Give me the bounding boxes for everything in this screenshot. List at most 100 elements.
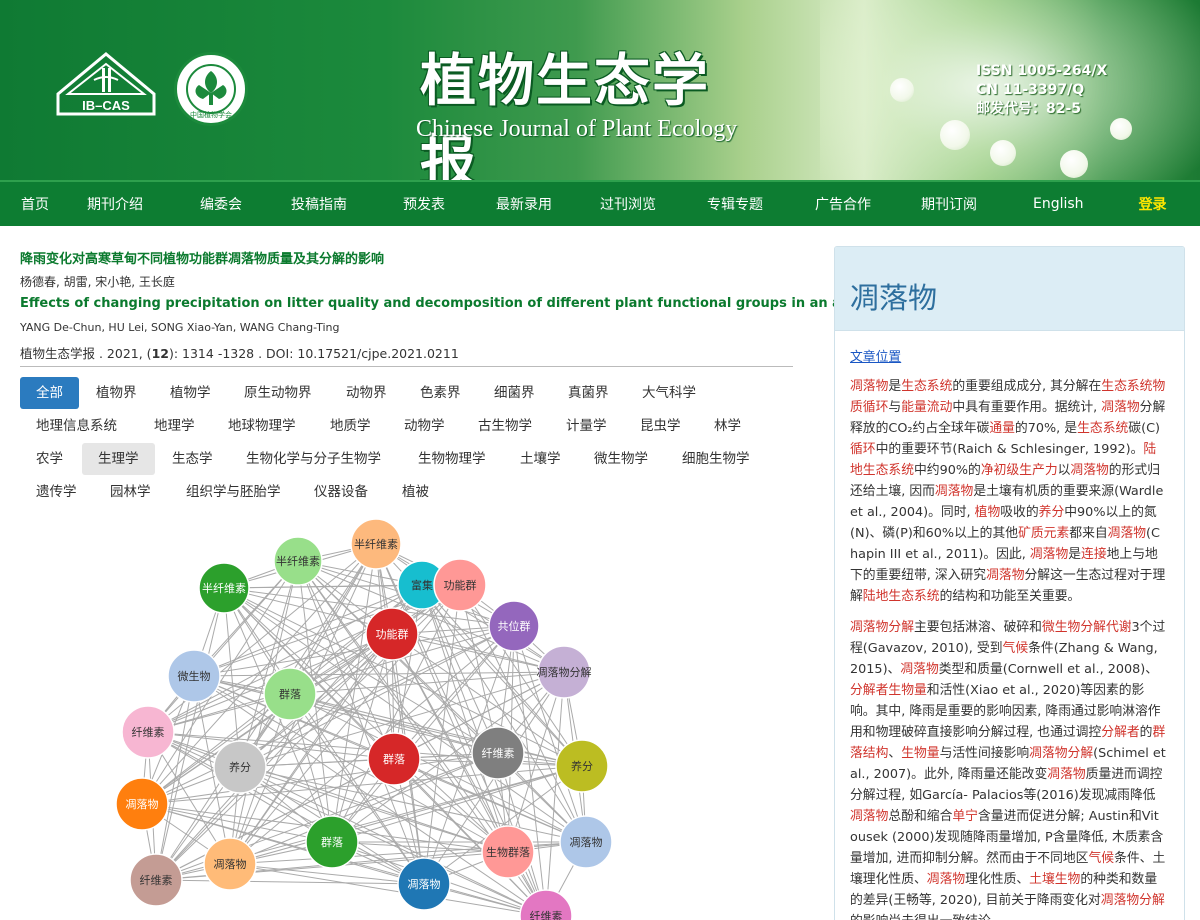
category-tag-22[interactable]: 生物物理学 (402, 443, 502, 475)
keyword-link[interactable]: 通量 (989, 421, 1015, 436)
network-node[interactable]: 半纤维素 (350, 518, 402, 570)
nav-item-1[interactable]: 期刊介绍 (87, 194, 143, 214)
category-tag-9[interactable]: 地理信息系统 (20, 410, 133, 442)
network-node[interactable]: 半纤维素 (273, 536, 323, 586)
article-title-cn[interactable]: 降雨变化对高寒草甸不同植物功能群凋落物质量及其分解的影响 (20, 248, 384, 267)
category-tag-14[interactable]: 古生物学 (462, 410, 548, 442)
category-tag-8[interactable]: 大气科学 (626, 377, 712, 409)
keyword-link[interactable]: 气候 (1003, 641, 1029, 656)
network-node[interactable]: 群落 (367, 732, 421, 786)
keyword-link[interactable]: 微生物分解代谢 (1042, 620, 1132, 635)
category-tag-11[interactable]: 地球物理学 (212, 410, 312, 442)
login-link[interactable]: 登录 (1139, 194, 1167, 214)
nav-item-4[interactable]: 预发表 (403, 194, 445, 214)
keyword-link[interactable]: 连接 (1081, 547, 1107, 562)
keyword-link[interactable]: 凋落物 (1030, 547, 1068, 562)
category-tag-25[interactable]: 细胞生物学 (666, 443, 766, 475)
category-tag-5[interactable]: 色素界 (404, 377, 477, 409)
keyword-link[interactable]: 土壤生物 (1029, 872, 1080, 887)
network-node[interactable]: 凋落物分解 (537, 645, 592, 699)
keyword-link[interactable]: 生物量 (901, 746, 939, 761)
network-node[interactable]: 纤维素 (519, 889, 573, 920)
category-tag-23[interactable]: 土壤学 (504, 443, 577, 475)
network-node[interactable]: 养分 (213, 740, 267, 794)
network-node[interactable]: 半纤维素 (198, 562, 250, 614)
category-tag-0[interactable]: 全部 (20, 377, 79, 409)
category-tag-2[interactable]: 植物学 (154, 377, 227, 409)
category-tag-29[interactable]: 仪器设备 (298, 476, 384, 508)
network-node[interactable]: 纤维素 (471, 726, 525, 780)
nav-item-3[interactable]: 投稿指南 (291, 194, 347, 214)
article-title-en[interactable]: Effects of changing precipitation on lit… (20, 296, 943, 311)
nav-item-0[interactable]: 首页 (21, 194, 49, 214)
category-tag-24[interactable]: 微生物学 (578, 443, 664, 475)
network-node[interactable]: 群落 (305, 815, 359, 869)
keyword-link[interactable]: 凋落物 (1047, 767, 1085, 782)
network-node[interactable]: 纤维素 (129, 853, 183, 907)
category-tag-30[interactable]: 植被 (386, 476, 445, 508)
category-tag-1[interactable]: 植物界 (80, 377, 153, 409)
keyword-link[interactable]: 凋落物 (986, 568, 1024, 583)
keyword-link[interactable]: 凋落物 (1101, 400, 1139, 415)
network-node[interactable]: 凋落物 (115, 777, 169, 831)
nav-item-8[interactable]: 广告合作 (815, 194, 871, 214)
keyword-link[interactable]: 养分 (1039, 505, 1065, 520)
category-tag-13[interactable]: 动物学 (388, 410, 461, 442)
keyword-link[interactable]: 凋落物 (900, 662, 938, 677)
nav-item-10[interactable]: English (1033, 196, 1084, 212)
network-node[interactable]: 微生物 (167, 649, 221, 703)
keyword-link[interactable]: 凋落物分解 (850, 620, 914, 635)
category-tag-4[interactable]: 动物界 (330, 377, 403, 409)
keyword-link[interactable]: 分解者 (1101, 725, 1139, 740)
keyword-link[interactable]: 生物量 (888, 683, 926, 698)
ib-cas-logo[interactable]: IB–CAS (54, 50, 158, 118)
keyword-link[interactable]: 凋落物分解 (1029, 746, 1093, 761)
category-tag-19[interactable]: 生理学 (82, 443, 155, 475)
category-tag-6[interactable]: 细菌界 (478, 377, 551, 409)
category-tag-7[interactable]: 真菌界 (552, 377, 625, 409)
keyword-link[interactable]: 气候 (1088, 851, 1114, 866)
keyword-link[interactable]: 植物 (975, 505, 1001, 520)
nav-item-5[interactable]: 最新录用 (496, 194, 552, 214)
keyword-link[interactable]: 单宁 (952, 809, 978, 824)
category-tag-26[interactable]: 遗传学 (20, 476, 93, 508)
network-node[interactable]: 凋落物 (559, 815, 613, 869)
network-node[interactable]: 养分 (555, 739, 609, 793)
keyword-network-graph[interactable]: 半纤维素半纤维素半纤维素 富集 功能群功能群共位群凋落物分解微生物群落纤维素养分群落… (100, 510, 640, 920)
keyword-link[interactable]: 生态系统 (901, 379, 952, 394)
category-tag-21[interactable]: 生物化学与分子生物学 (230, 443, 397, 475)
keyword-link[interactable]: 凋落物分解 (1101, 893, 1165, 908)
category-tag-27[interactable]: 园林学 (94, 476, 167, 508)
network-node[interactable]: 生物群落 (481, 825, 535, 879)
keyword-link[interactable]: 陆地生态系统 (863, 589, 940, 604)
keyword-link[interactable]: 凋落物 (850, 809, 888, 824)
keyword-link[interactable]: 循环 (850, 442, 876, 457)
keyword-link[interactable]: 凋落物 (927, 872, 965, 887)
category-tag-28[interactable]: 组织学与胚胎学 (170, 476, 297, 508)
category-tag-18[interactable]: 农学 (20, 443, 79, 475)
category-tag-12[interactable]: 地质学 (314, 410, 387, 442)
nav-item-9[interactable]: 期刊订阅 (921, 194, 977, 214)
category-tag-20[interactable]: 生态学 (156, 443, 229, 475)
category-tag-15[interactable]: 计量学 (550, 410, 623, 442)
keyword-link[interactable]: 凋落物 (1070, 463, 1108, 478)
category-tag-3[interactable]: 原生动物界 (228, 377, 328, 409)
keyword-link[interactable]: 凋落物 (1108, 526, 1146, 541)
keyword-link[interactable]: 分解者 (850, 683, 888, 698)
keyword-link[interactable]: 矿质元素 (1018, 526, 1069, 541)
network-node[interactable]: 凋落物 (397, 857, 451, 911)
keyword-link[interactable]: 生态系统 (1077, 421, 1128, 436)
network-node[interactable]: 功能群 (433, 558, 487, 612)
botanical-society-seal[interactable]: 中国植物学会 (174, 52, 248, 126)
network-node[interactable]: 纤维素 (121, 705, 175, 759)
network-node[interactable]: 共位群 (488, 600, 540, 652)
nav-item-7[interactable]: 专辑专题 (707, 194, 763, 214)
network-node[interactable]: 凋落物 (203, 837, 257, 891)
network-node[interactable]: 功能群 (365, 607, 419, 661)
nav-item-6[interactable]: 过刊浏览 (600, 194, 656, 214)
nav-item-2[interactable]: 编委会 (200, 194, 242, 214)
category-tag-17[interactable]: 林学 (698, 410, 757, 442)
keyword-link[interactable]: 净初级生产力 (981, 463, 1058, 478)
keyword-link[interactable]: 能量流动 (901, 400, 952, 415)
keyword-link[interactable]: 凋落物 (850, 379, 888, 394)
